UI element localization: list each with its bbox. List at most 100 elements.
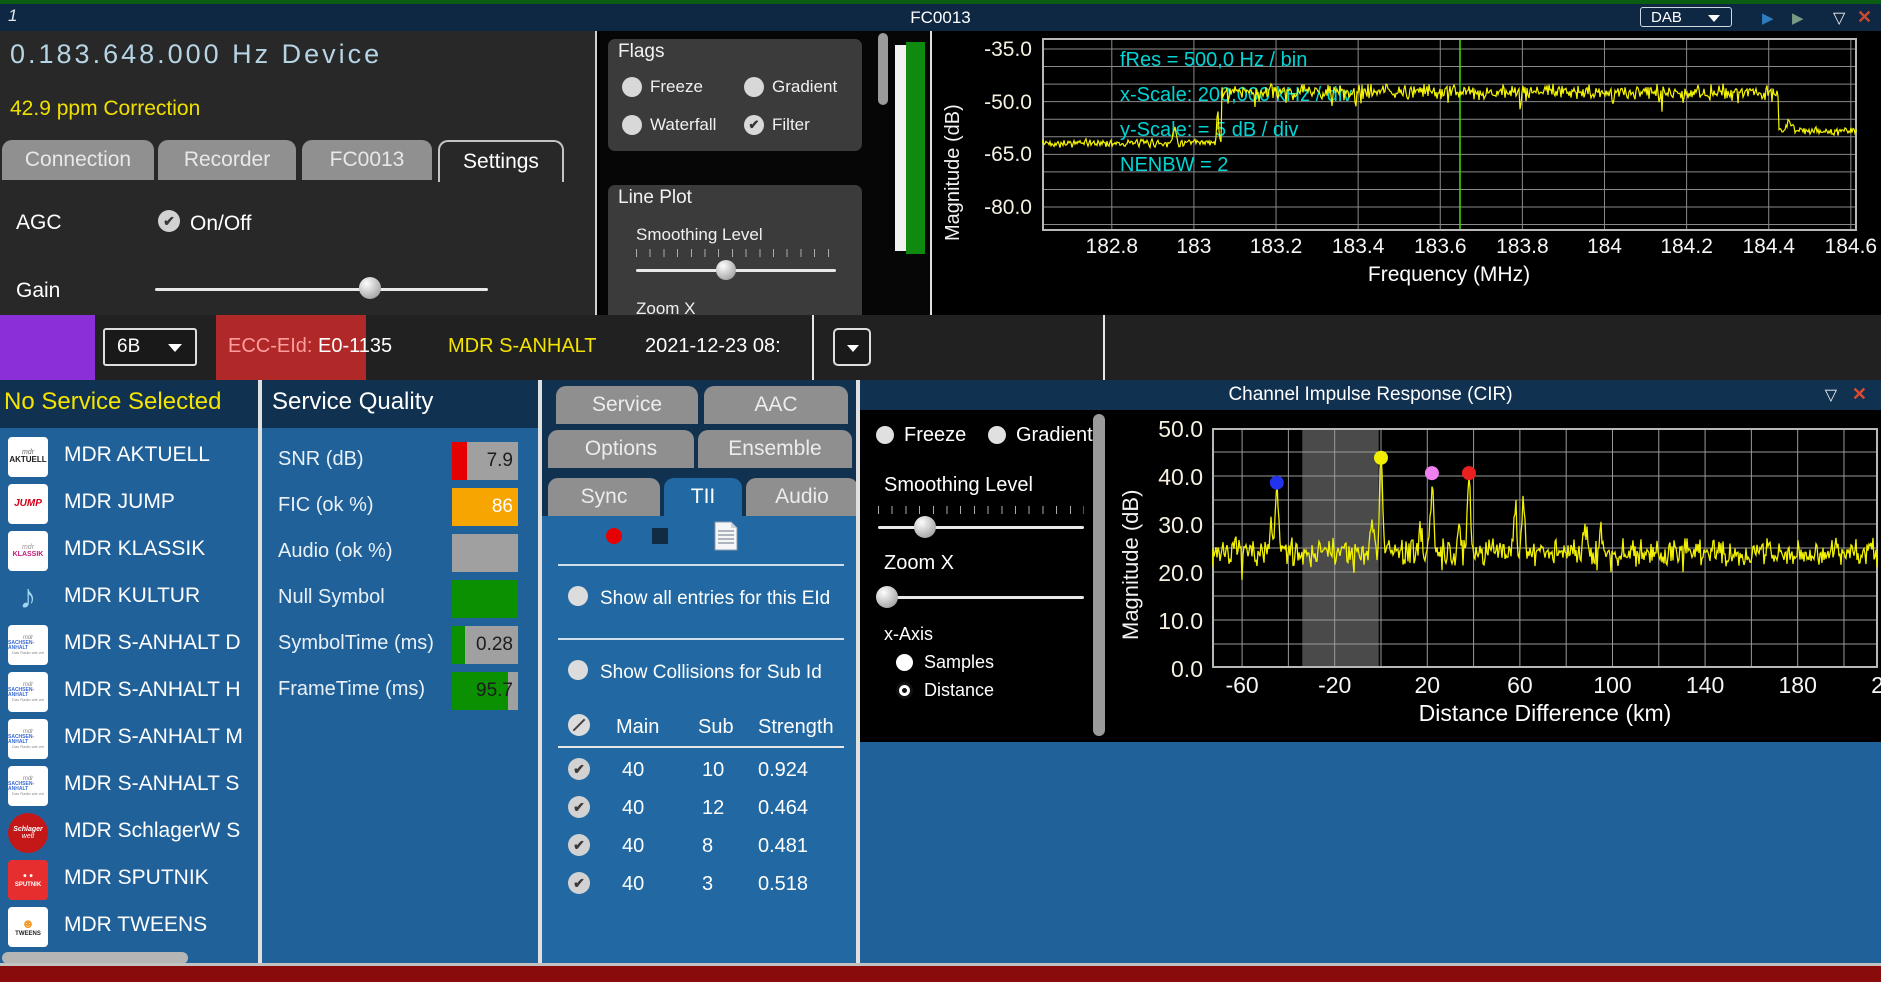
service-quality-header: Service Quality: [262, 380, 538, 428]
collapse-icon[interactable]: ▽: [1833, 8, 1845, 28]
chevron-down-icon: [1708, 15, 1720, 22]
services-panel: No Service Selected mdrAKTUELLMDR AKTUEL…: [0, 380, 258, 963]
flag-option-freeze[interactable]: Freeze: [622, 77, 703, 97]
spectrum-x-tick: 183.8: [1482, 235, 1562, 259]
service-logo-text: welt: [22, 833, 34, 840]
tab-aac[interactable]: AAC: [704, 386, 848, 424]
flag-option-label: Filter: [772, 115, 810, 135]
tab-service[interactable]: Service: [556, 386, 698, 424]
select-all-checkbox[interactable]: [568, 714, 590, 736]
cir-zoom-slider-thumb[interactable]: [876, 586, 898, 608]
service-logo-icon: mdrSACHSEN-ANHALTDas Radio wie wir: [8, 766, 48, 806]
spectrum-plot[interactable]: fRes = 500,0 Hz / binx-Scale: 200,000 kH…: [1042, 38, 1857, 231]
row-checkbox[interactable]: ✔: [568, 796, 590, 818]
vertical-scrollbar[interactable]: [1093, 414, 1105, 736]
service-quality-title: Service Quality: [272, 388, 433, 416]
timestamp: 2021-12-23 08:: [645, 335, 812, 358]
quality-metric-bar: [452, 580, 518, 618]
cir-plot[interactable]: [1212, 428, 1878, 668]
ecc-eid-text: ECC-EId: E0-1135: [228, 335, 392, 358]
smoothing-level-label: Smoothing Level: [636, 225, 763, 245]
close-icon[interactable]: ✕: [1852, 384, 1867, 405]
service-name: MDR AKTUELL: [64, 443, 210, 467]
service-list-item[interactable]: mdrSACHSEN-ANHALTDas Radio wie wirMDR S-…: [0, 622, 258, 669]
horizontal-scrollbar[interactable]: [2, 952, 188, 963]
cir-gradient-radio[interactable]: [988, 426, 1006, 444]
history-dropdown-button[interactable]: [833, 328, 871, 366]
flag-option-label: Freeze: [650, 77, 703, 97]
show-collisions-radio[interactable]: [568, 660, 588, 680]
unchecked-radio-icon[interactable]: [622, 77, 642, 97]
stop-icon[interactable]: [652, 528, 668, 544]
service-list-item[interactable]: mdrKLASSIKMDR KLASSIK: [0, 528, 258, 575]
tab-recorder[interactable]: Recorder: [158, 140, 296, 180]
smoothing-slider-track[interactable]: [636, 269, 836, 272]
unchecked-radio-icon[interactable]: [744, 77, 764, 97]
tab-connection[interactable]: Connection: [2, 140, 154, 180]
flag-option-filter[interactable]: ✔ Filter: [744, 115, 810, 135]
row-checkbox[interactable]: ✔: [568, 834, 590, 856]
agc-checkbox[interactable]: ✔: [158, 210, 180, 232]
service-name: MDR SchlagerW S: [64, 819, 240, 843]
quality-metric-bar: [452, 534, 518, 572]
record-indicator-icon[interactable]: [606, 528, 622, 544]
gain-slider-track[interactable]: [155, 288, 488, 291]
xaxis-radio-samples[interactable]: [896, 654, 913, 671]
svg-text:fRes = 500,0 Hz / bin: fRes = 500,0 Hz / bin: [1120, 49, 1307, 71]
service-list-item[interactable]: mdrSACHSEN-ANHALTDas Radio wie wirMDR S-…: [0, 763, 258, 810]
channel-dropdown[interactable]: 6B: [103, 328, 197, 366]
tab-sync[interactable]: Sync: [548, 478, 660, 516]
service-list-item[interactable]: • •SPUTNIKMDR SPUTNIK: [0, 857, 258, 904]
gain-slider-thumb[interactable]: [359, 277, 381, 299]
service-list-item[interactable]: ☻TWEENSMDR TWEENS: [0, 904, 258, 951]
cir-smoothing-slider-thumb[interactable]: [914, 516, 936, 538]
play-button[interactable]: ▶: [1762, 9, 1774, 27]
service-list-item[interactable]: SchlagerweltMDR SchlagerW S: [0, 810, 258, 857]
row-checkbox[interactable]: ✔: [568, 758, 590, 780]
tab-tii[interactable]: TII: [664, 478, 742, 516]
smoothing-slider-thumb[interactable]: [716, 260, 736, 280]
cir-x-tick: 20: [1387, 672, 1467, 699]
spectrum-x-tick: 184: [1564, 235, 1644, 259]
unchecked-radio-icon[interactable]: [622, 115, 642, 135]
service-logo-text: ☻: [21, 917, 35, 931]
tab-ensemble[interactable]: Ensemble: [698, 430, 852, 468]
service-logo-icon: ♪: [8, 578, 48, 618]
service-list-item[interactable]: mdrAKTUELLMDR AKTUELL: [0, 434, 258, 481]
spectrum-plot-panel: Magnitude (dB) -35.0-50.0-65.0-80.0 fRes…: [932, 31, 1881, 315]
checked-checkbox-icon[interactable]: ✔: [744, 115, 764, 135]
cir-y-tick: 50.0: [1145, 416, 1203, 443]
service-list-item[interactable]: ♪MDR KULTUR: [0, 575, 258, 622]
play-secondary-button[interactable]: ▶: [1792, 9, 1804, 27]
spectrum-y-tick: -50.0: [972, 91, 1032, 115]
collapse-icon[interactable]: ▽: [1825, 385, 1837, 405]
close-icon[interactable]: ✕: [1857, 7, 1872, 28]
spectrum-x-tick: 184.6: [1811, 235, 1881, 259]
tab-fc0013[interactable]: FC0013: [302, 140, 432, 180]
service-list-item[interactable]: mdrSACHSEN-ANHALTDas Radio wie wirMDR S-…: [0, 669, 258, 716]
row-checkbox[interactable]: ✔: [568, 872, 590, 894]
document-icon[interactable]: [714, 521, 738, 551]
vertical-scrollbar[interactable]: [878, 33, 888, 105]
tab-settings[interactable]: Settings: [438, 140, 564, 182]
tab-options[interactable]: Options: [548, 430, 694, 468]
table-cell: 0.924: [758, 759, 808, 782]
service-list-item[interactable]: mdrSACHSEN-ANHALTDas Radio wie wirMDR S-…: [0, 716, 258, 763]
service-logo-text: Das Radio wie wir: [12, 745, 44, 749]
quality-metric-label: Audio (ok %): [278, 540, 393, 563]
service-logo-text: Das Radio wie wir: [12, 698, 44, 702]
panel-divider: [595, 31, 597, 315]
service-logo-text: AKTUELL: [9, 456, 46, 464]
service-list-item[interactable]: JUMPMDR JUMP: [0, 481, 258, 528]
tab-audio[interactable]: Audio: [746, 478, 858, 516]
cir-freeze-radio[interactable]: [876, 426, 894, 444]
show-all-entries-radio[interactable]: [568, 586, 588, 606]
cir-smoothing-slider-track[interactable]: [878, 526, 1084, 529]
flag-option-waterfall[interactable]: Waterfall: [622, 115, 716, 135]
cir-zoom-slider-track[interactable]: [878, 596, 1084, 599]
zoom-x-label: Zoom X: [636, 299, 696, 315]
quality-metric-row: Audio (ok %): [262, 530, 538, 576]
flag-option-gradient[interactable]: Gradient: [744, 77, 837, 97]
xaxis-radio-distance[interactable]: [896, 682, 913, 699]
service-name: MDR S-ANHALT D: [64, 631, 241, 655]
